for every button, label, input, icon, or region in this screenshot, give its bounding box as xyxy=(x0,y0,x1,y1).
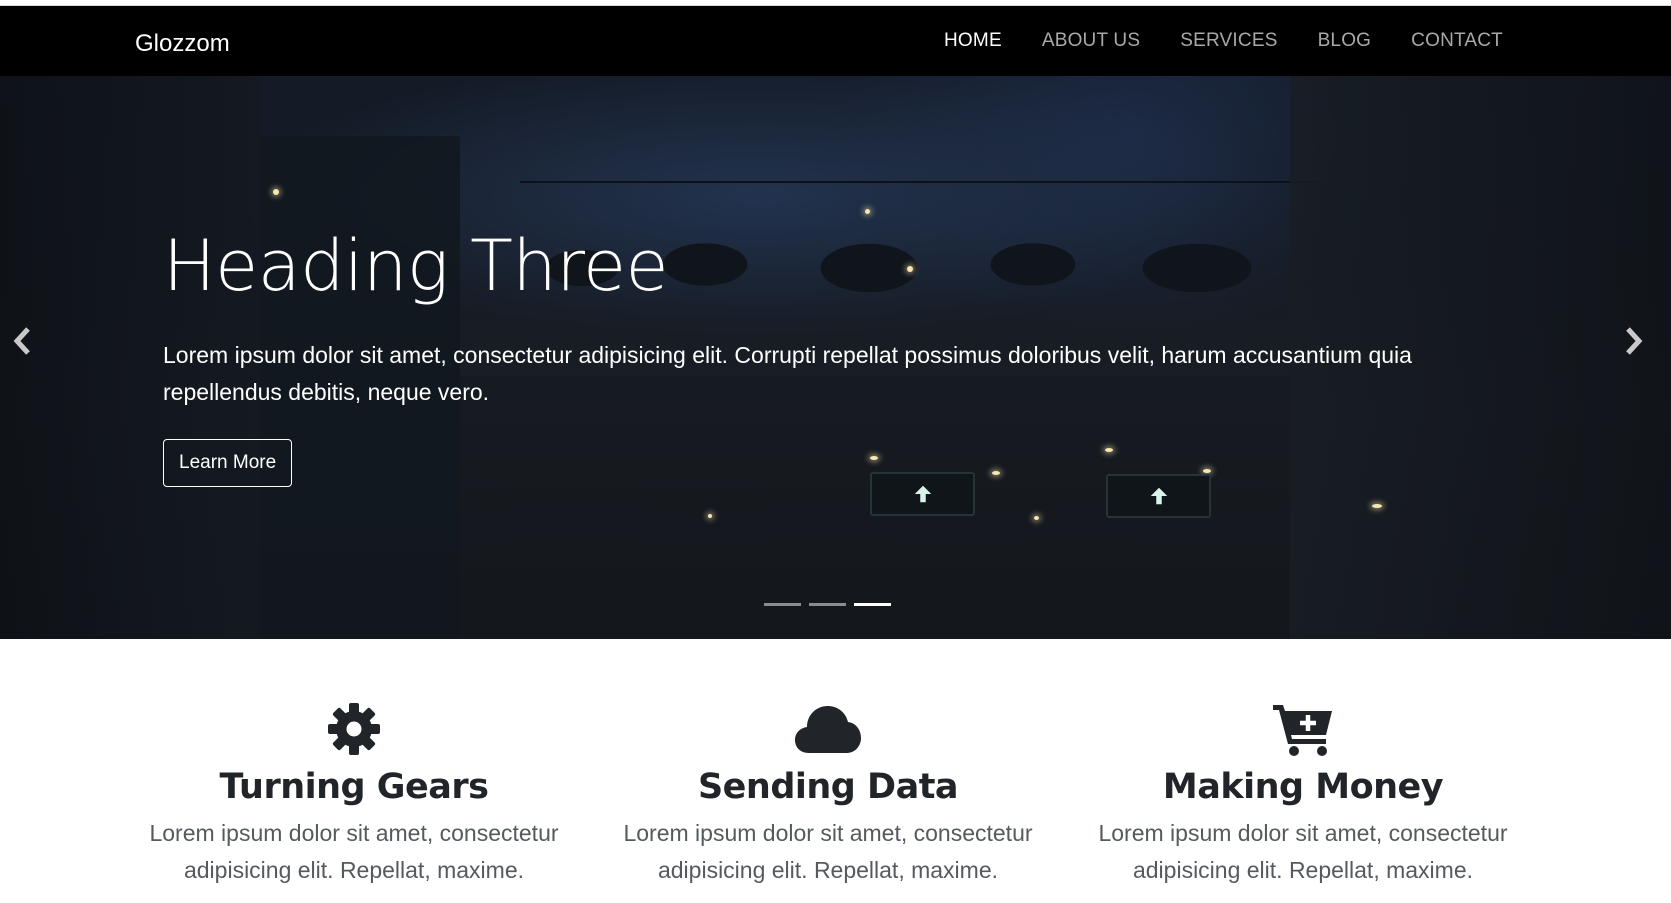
background-rail xyxy=(520,181,1320,183)
chevron-left-icon xyxy=(13,327,30,355)
carousel-indicator-3[interactable] xyxy=(854,603,891,606)
nav-menu: HOME ABOUT US SERVICES BLOG CONTACT xyxy=(944,6,1503,76)
carousel-indicator-1[interactable] xyxy=(764,603,801,606)
carousel-caption: Heading Three Lorem ipsum dolor sit amet… xyxy=(163,231,1463,487)
slide-text: Lorem ipsum dolor sit amet, consectetur … xyxy=(163,342,1412,405)
nav-link-contact[interactable]: CONTACT xyxy=(1411,30,1503,51)
feature-card: Turning Gears Lorem ipsum dolor sit amet… xyxy=(134,699,574,889)
cart-plus-icon xyxy=(1083,699,1523,759)
feature-title: Making Money xyxy=(1162,767,1444,807)
nav-item-services: SERVICES xyxy=(1180,30,1277,52)
chevron-right-icon xyxy=(1626,327,1643,355)
carousel-next-button[interactable] xyxy=(1614,311,1654,371)
carousel-indicator-2[interactable] xyxy=(809,603,846,606)
carousel-prev-button[interactable] xyxy=(2,311,42,371)
nav-item-contact: CONTACT xyxy=(1411,30,1503,52)
carousel-indicators xyxy=(764,603,891,606)
feature-text: Lorem ipsum dolor sit amet, consectetur … xyxy=(1098,820,1508,883)
street-light xyxy=(708,514,712,518)
street-light xyxy=(1372,504,1382,508)
feature-text: Lorem ipsum dolor sit amet, consectetur … xyxy=(149,820,559,883)
nav-item-blog: BLOG xyxy=(1318,30,1372,52)
street-light xyxy=(273,189,279,195)
nav-link-services[interactable]: SERVICES xyxy=(1180,30,1277,51)
feature-title: Sending Data xyxy=(697,767,959,807)
slide-heading: Heading Three xyxy=(163,225,669,307)
cloud-icon xyxy=(608,699,1048,759)
feature-title: Turning Gears xyxy=(219,767,489,807)
up-arrow-icon xyxy=(1150,487,1167,505)
street-light xyxy=(1034,516,1039,520)
nav-link-home[interactable]: HOME xyxy=(944,30,1002,51)
learn-more-button[interactable]: Learn More xyxy=(163,439,293,487)
nav-link-about-us[interactable]: ABOUT US xyxy=(1042,30,1140,51)
features-section: Turning Gears Lorem ipsum dolor sit amet… xyxy=(0,639,1671,903)
brand-logo[interactable]: Glozzom xyxy=(135,6,230,76)
navbar: Glozzom HOME ABOUT US SERVICES BLOG CONT… xyxy=(0,6,1671,76)
feature-card: Making Money Lorem ipsum dolor sit amet,… xyxy=(1083,699,1523,889)
nav-item-about: ABOUT US xyxy=(1042,30,1140,52)
gear-icon xyxy=(134,699,574,759)
hero-carousel: Heading Three Lorem ipsum dolor sit amet… xyxy=(0,76,1671,639)
feature-card: Sending Data Lorem ipsum dolor sit amet,… xyxy=(608,699,1048,889)
street-light xyxy=(865,209,870,214)
feature-text: Lorem ipsum dolor sit amet, consectetur … xyxy=(623,820,1033,883)
nav-item-home: HOME xyxy=(944,30,1002,52)
nav-link-blog[interactable]: BLOG xyxy=(1318,30,1372,51)
